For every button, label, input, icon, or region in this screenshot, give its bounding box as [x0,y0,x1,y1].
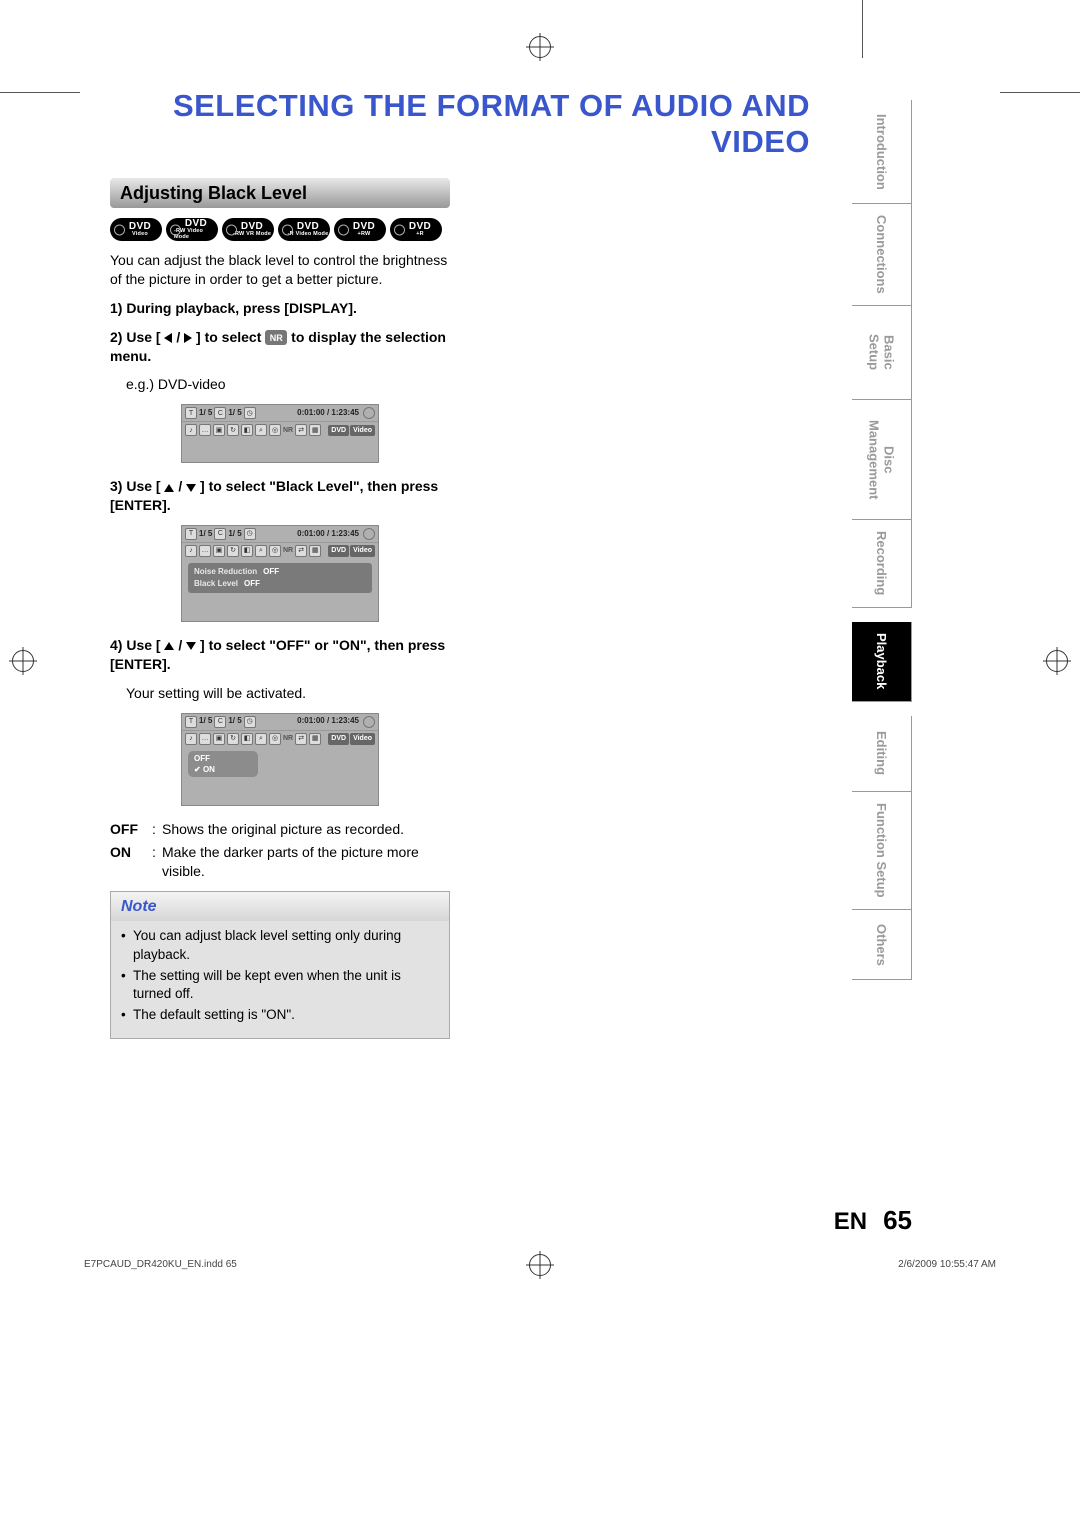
step-4: 4) Use [ / ] to select "OFF" or "ON", th… [110,636,450,674]
section-header: Adjusting Black Level [110,178,450,208]
side-tab-function-setup[interactable]: Function Setup [852,792,912,910]
step-1: 1) During playback, press [DISPLAY]. [110,299,450,318]
title-icon: T [185,407,197,419]
page-content: SELECTING THE FORMAT OF AUDIO AND VIDEO … [110,88,810,1039]
clock-icon: ◷ [244,407,256,419]
option-off: OFF [194,753,252,764]
page-number: EN 65 [834,1205,912,1236]
side-tab-others[interactable]: Others [852,910,912,980]
audio-icon: ♪ [185,424,197,436]
crop-mark [0,92,80,93]
repeat-icon [363,407,375,419]
side-tab-introduction[interactable]: Introduction [852,100,912,204]
down-arrow-icon [186,642,196,650]
misc-icon: ▦ [309,424,321,436]
disc-badge: DVDVideo [110,218,162,241]
osd-select-list: OFF ON [188,751,258,777]
note-item: The setting will be kept even when the u… [133,967,439,1003]
note-header: Note [111,892,449,922]
osd-figure-1: T 1/ 5 C 1/ 5 ◷ 0:01:00 / 1:23:45 ♪ … ▣ … [181,404,379,463]
note-item: You can adjust black level setting only … [133,927,439,963]
chapter-icon: C [214,407,226,419]
side-tab-disc-management[interactable]: Disc Management [852,400,912,520]
note-box: Note You can adjust black level setting … [110,891,450,1039]
nr-icon: NR [265,330,287,345]
definition-off: OFF : Shows the original picture as reco… [110,820,450,839]
registration-mark-bottom [529,1254,551,1276]
step-2-example: e.g.) DVD-video [126,375,450,394]
disc-badge: DVD-RW VR Mode [222,218,274,241]
angle-icon: ▣ [213,424,225,436]
page-title: SELECTING THE FORMAT OF AUDIO AND VIDEO [110,88,810,160]
av-icon: ⇄ [295,424,307,436]
dvd-badge: DVD [328,425,349,436]
side-tabs: IntroductionConnectionsBasic SetupDisc M… [852,100,912,980]
up-arrow-icon [164,484,174,492]
step-4-result: Your setting will be activated. [126,684,450,703]
side-tab-editing[interactable]: Editing [852,716,912,792]
surround-icon: ◎ [269,424,281,436]
intro-text: You can adjust the black level to contro… [110,251,450,289]
step-2: 2) Use [ / ] to select NR to display the… [110,328,450,366]
disc-badge: DVD+RW [334,218,386,241]
registration-mark-top [529,36,551,58]
disc-type-badges: DVDVideoDVD-RW Video ModeDVD-RW VR ModeD… [110,218,810,241]
step-3: 3) Use [ / ] to select "Black Level", th… [110,477,450,515]
nr-label: NR [283,426,293,435]
side-tab-playback[interactable]: Playback [852,622,912,702]
side-tab-basic-setup[interactable]: Basic Setup [852,306,912,400]
content-column: You can adjust the black level to contro… [110,251,450,1039]
osd-figure-3: T 1/ 5 C 1/ 5 ◷ 0:01:00 / 1:23:45 ♪ … ▣ … [181,713,379,806]
subtitle-icon: … [199,424,211,436]
osd-submenu: Noise ReductionOFF Black LevelOFF [188,563,372,593]
crop-mark [862,0,863,58]
side-tab-recording[interactable]: Recording [852,520,912,608]
footer-timestamp: 2/6/2009 10:55:47 AM [898,1259,996,1270]
marker-icon: ◧ [241,424,253,436]
osd-figure-2: T 1/ 5 C 1/ 5 ◷ 0:01:00 / 1:23:45 ♪ … ▣ … [181,525,379,622]
down-arrow-icon [186,484,196,492]
note-list: You can adjust black level setting only … [111,921,449,1037]
video-badge: Video [350,425,375,436]
repeat-icon: ↻ [227,424,239,436]
registration-mark-left [12,650,34,672]
disc-badge: DVD-R Video Mode [278,218,330,241]
up-arrow-icon [164,642,174,650]
footer-filename: E7PCAUD_DR420KU_EN.indd 65 [84,1259,237,1270]
zoom-icon: ⌕ [255,424,267,436]
option-on: ON [194,764,252,775]
registration-mark-right [1046,650,1068,672]
section-title: Adjusting Black Level [120,183,307,204]
left-arrow-icon [164,333,172,343]
note-item: The default setting is "ON". [133,1006,439,1024]
right-arrow-icon [184,333,192,343]
disc-badge: DVD+R [390,218,442,241]
crop-mark [1000,92,1080,93]
side-tab-connections[interactable]: Connections [852,204,912,306]
definition-on: ON : Make the darker parts of the pictur… [110,843,450,881]
disc-badge: DVD-RW Video Mode [166,218,218,241]
